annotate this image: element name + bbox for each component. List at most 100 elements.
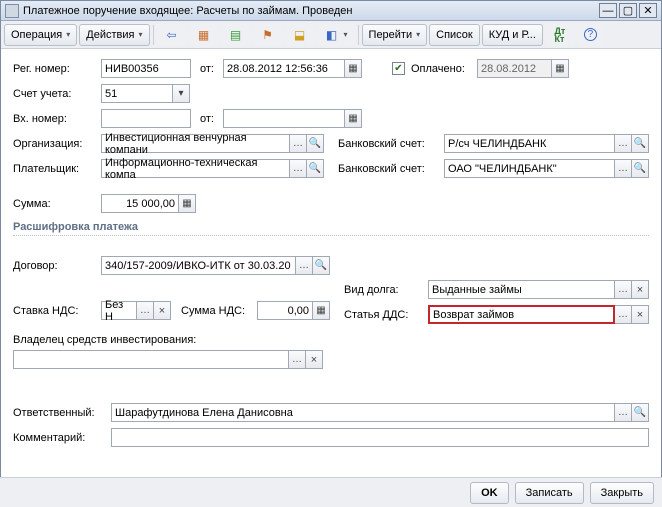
- paid-date-input[interactable]: 28.08.2012: [477, 59, 552, 78]
- report-button[interactable]: ⚑: [253, 24, 283, 46]
- vat-sum-calc[interactable]: ▦: [313, 301, 330, 320]
- org-label: Организация:: [13, 138, 95, 150]
- bank-acc-org-select[interactable]: …: [615, 134, 632, 153]
- paid-checkbox[interactable]: ✔: [392, 62, 405, 75]
- save-button[interactable]: Записать: [515, 482, 584, 504]
- org-select-button[interactable]: …: [290, 134, 307, 153]
- in-number-label: Вх. номер:: [13, 113, 95, 125]
- bank-acc-org-input[interactable]: Р/сч ЧЕЛИНДБАНК: [444, 134, 615, 153]
- payer-select-button[interactable]: …: [290, 159, 307, 178]
- comment-input[interactable]: [111, 428, 649, 447]
- from-label-2: от:: [197, 113, 217, 125]
- minimize-button[interactable]: —: [599, 3, 617, 18]
- owner-select[interactable]: …: [289, 350, 306, 369]
- close-button[interactable]: Закрыть: [590, 482, 654, 504]
- struct-button[interactable]: ⬓: [285, 24, 315, 46]
- titlebar: Платежное поручение входящее: Расчеты по…: [1, 1, 661, 21]
- date-picker-button[interactable]: ▦: [345, 59, 362, 78]
- responsible-select[interactable]: …: [615, 403, 632, 422]
- basis-icon: ◧: [324, 27, 340, 43]
- struct-icon: ⬓: [292, 27, 308, 43]
- close-label: Закрыть: [601, 487, 643, 499]
- form-icon: ▦: [196, 27, 212, 43]
- dds-select[interactable]: …: [615, 305, 632, 324]
- goto-menu[interactable]: Перейти ▾: [362, 24, 428, 46]
- bank-acc-payer-open[interactable]: 🔍: [632, 159, 649, 178]
- owner-input[interactable]: [13, 350, 289, 369]
- org-input[interactable]: Инвестиционная венчурная компани: [101, 134, 290, 153]
- responsible-open[interactable]: 🔍: [632, 403, 649, 422]
- vat-rate-label: Ставка НДС:: [13, 305, 95, 317]
- responsible-label: Ответственный:: [13, 407, 105, 419]
- reserve-button[interactable]: ▦: [189, 24, 219, 46]
- bank-acc-payer-input[interactable]: ОАО "ЧЕЛИНДБАНК": [444, 159, 615, 178]
- basis-button[interactable]: ◧▾: [317, 24, 355, 46]
- contract-label: Договор:: [13, 260, 95, 272]
- in-date-picker[interactable]: ▦: [345, 109, 362, 128]
- contract-select[interactable]: …: [296, 256, 313, 275]
- goto-label: Перейти: [369, 29, 413, 41]
- kudir-label: КУД и Р...: [489, 29, 536, 41]
- payer-open-button[interactable]: 🔍: [307, 159, 324, 178]
- actions-menu[interactable]: Действия ▾: [79, 24, 149, 46]
- org-open-button[interactable]: 🔍: [307, 134, 324, 153]
- dtkt-button[interactable]: ДтКт: [545, 24, 575, 46]
- date-time-input[interactable]: 28.08.2012 12:56:36: [223, 59, 345, 78]
- form-body: Рег. номер: НИВ00356 от: 28.08.2012 12:5…: [1, 49, 661, 457]
- bank-acc-label-1: Банковский счет:: [338, 138, 438, 150]
- vat-clear[interactable]: ×: [154, 301, 171, 320]
- in-number-input[interactable]: [101, 109, 191, 128]
- footer: OK Записать Закрыть: [0, 477, 662, 507]
- dropdown-icon: ▾: [66, 30, 70, 39]
- owner-label: Владелец средств инвестирования:: [13, 334, 649, 346]
- bank-acc-label-2: Банковский счет:: [338, 163, 438, 175]
- account-input[interactable]: 51: [101, 84, 173, 103]
- vat-sum-input[interactable]: 0,00: [257, 301, 313, 320]
- list-label: Список: [436, 29, 473, 41]
- help-button[interactable]: ?: [577, 24, 604, 46]
- close-window-button[interactable]: ✕: [639, 3, 657, 18]
- app-icon: [5, 4, 19, 18]
- post-icon: ▤: [228, 27, 244, 43]
- owner-clear[interactable]: ×: [306, 350, 323, 369]
- dropdown-icon: ▾: [344, 30, 348, 39]
- nav-back-button[interactable]: ⇦: [157, 24, 187, 46]
- operation-menu[interactable]: Операция ▾: [4, 24, 77, 46]
- ok-label: OK: [481, 487, 498, 499]
- list-button[interactable]: Список: [429, 24, 480, 46]
- vat-sum-label: Сумма НДС:: [181, 305, 251, 317]
- account-dropdown[interactable]: ▾: [173, 84, 190, 103]
- bank-acc-payer-select[interactable]: …: [615, 159, 632, 178]
- separator: [358, 25, 359, 45]
- bank-acc-org-open[interactable]: 🔍: [632, 134, 649, 153]
- maximize-button[interactable]: ▢: [619, 3, 637, 18]
- save-label: Записать: [526, 487, 573, 499]
- paid-label: Оплачено:: [411, 63, 471, 75]
- contract-input[interactable]: 340/157-2009/ИВКО-ИТК от 30.03.20: [101, 256, 296, 275]
- ok-button[interactable]: OK: [470, 482, 509, 504]
- dds-input[interactable]: Возврат займов: [428, 305, 615, 324]
- contract-open[interactable]: 🔍: [313, 256, 330, 275]
- separator: [153, 25, 154, 45]
- debt-type-input[interactable]: Выданные займы: [428, 280, 615, 299]
- sum-input[interactable]: 15 000,00: [101, 194, 179, 213]
- vat-select[interactable]: …: [137, 301, 154, 320]
- payer-input[interactable]: Информационно-техническая компа: [101, 159, 290, 178]
- in-date-input[interactable]: [223, 109, 345, 128]
- dds-clear[interactable]: ×: [632, 305, 649, 324]
- post-button[interactable]: ▤: [221, 24, 251, 46]
- reg-number-input[interactable]: НИВ00356: [101, 59, 191, 78]
- paid-date-picker[interactable]: ▦: [552, 59, 569, 78]
- vat-rate-input[interactable]: Без Н: [101, 301, 137, 320]
- window-title: Платежное поручение входящее: Расчеты по…: [23, 5, 599, 17]
- responsible-input[interactable]: Шарафутдинова Елена Данисовна: [111, 403, 615, 422]
- debt-type-select[interactable]: …: [615, 280, 632, 299]
- debt-type-clear[interactable]: ×: [632, 280, 649, 299]
- dtkt-icon: ДтКт: [552, 27, 568, 43]
- kudir-button[interactable]: КУД и Р...: [482, 24, 543, 46]
- dropdown-icon: ▾: [139, 30, 143, 39]
- from-label-1: от:: [197, 63, 217, 75]
- sum-calc-button[interactable]: ▦: [179, 194, 196, 213]
- operation-label: Операция: [11, 29, 62, 41]
- dds-label: Статья ДДС:: [344, 309, 422, 321]
